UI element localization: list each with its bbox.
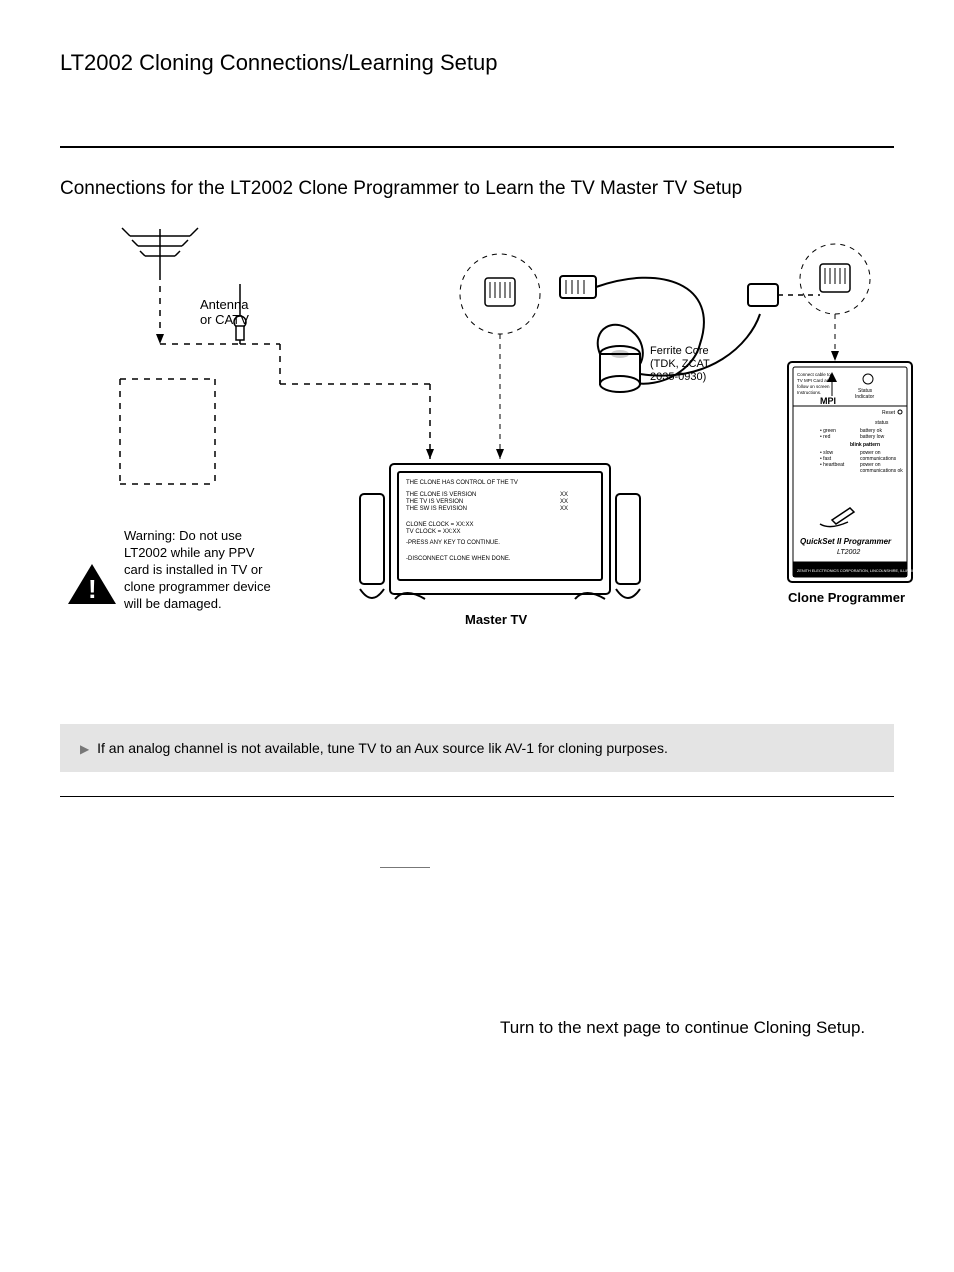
svg-text:Indicator: Indicator [855,394,875,400]
ferrite-label-2: (TDK, ZCAT [650,358,710,370]
svg-text:Reset: Reset [882,410,896,416]
ferrite-label-1: Ferrite Core [650,345,709,357]
svg-text:• heartbeat: • heartbeat [820,462,845,468]
svg-text:ZENITH ELECTRONICS CORPORATION: ZENITH ELECTRONICS CORPORATION, LINCOLNS… [797,569,920,573]
note-text: If an analog channel is not available, t… [97,740,668,756]
note-box: ▶ If an analog channel is not available,… [60,724,894,772]
warning-icon: ! [68,564,116,604]
section-title: Connections for the LT2002 Clone Program… [60,178,894,200]
clone-programmer-label: Clone Programmer [788,590,905,605]
divider-top [60,146,894,148]
antenna-icon [120,228,434,484]
svg-text:XX: XX [560,492,568,498]
svg-text:XX: XX [560,499,568,505]
svg-text:THE CLONE IS VERSION: THE CLONE IS VERSION [406,492,476,498]
svg-text:-PRESS ANY KEY TO CONTINUE.: -PRESS ANY KEY TO CONTINUE. [406,540,500,546]
svg-text:status: status [875,420,889,426]
svg-text:THE TV IS VERSION: THE TV IS VERSION [406,499,463,505]
svg-text:blink pattern: blink pattern [850,442,880,448]
warning-text-2: LT2002 while any PPV [124,545,255,560]
connection-diagram: Antenna or CATV ! Warning: Do not use LT… [60,224,894,644]
svg-text:• red: • red [820,434,831,440]
page-title: LT2002 Cloning Connections/Learning Setu… [60,50,894,76]
svg-text:!: ! [88,574,97,604]
svg-text:follow on screen: follow on screen [797,384,830,389]
divider-mid [60,796,894,797]
bullet-arrow-icon: ▶ [80,742,89,756]
svg-text:-DISCONNECT CLONE WHEN DONE.: -DISCONNECT CLONE WHEN DONE. [406,556,511,562]
svg-text:XX: XX [560,506,568,512]
rj-jack-programmer [800,244,870,361]
svg-text:Instructions.: Instructions. [797,390,821,395]
antenna-label-1: Antenna [200,297,249,312]
warning-text-1: Warning: Do not use [124,528,242,543]
warning-text-5: will be damaged. [123,596,222,611]
svg-text:LT2002: LT2002 [837,549,860,556]
closing-line: Turn to the next page to continue Clonin… [500,1018,894,1038]
ferrite-label-3: 2035-0930) [650,371,706,383]
svg-text:communications ok: communications ok [860,468,903,474]
svg-text:MPI: MPI [820,396,836,406]
svg-text:THE SW IS REVISION: THE SW IS REVISION [406,506,467,512]
svg-text:TV CLOCK = XX:XX: TV CLOCK = XX:XX [406,529,461,535]
svg-text:battery low: battery low [860,434,885,440]
svg-text:TV MPI Card and: TV MPI Card and [797,378,832,383]
svg-text:THE CLONE HAS CONTROL OF THE T: THE CLONE HAS CONTROL OF THE TV [406,480,518,486]
svg-text:QuickSet II Programmer: QuickSet II Programmer [800,537,892,546]
antenna-label-2: or CATV [200,312,249,327]
warning-text-4: clone programmer device [124,579,271,594]
clone-programmer-device: Status Indicator Connect cable to TV MPI… [788,362,920,582]
svg-text:CLONE CLOCK = XX:XX: CLONE CLOCK = XX:XX [406,522,474,528]
rj-jack-tv [460,254,540,459]
warning-text-3: card is installed in TV or [124,562,263,577]
svg-text:Connect cable to: Connect cable to [797,372,831,377]
master-tv-label: Master TV [465,612,527,627]
